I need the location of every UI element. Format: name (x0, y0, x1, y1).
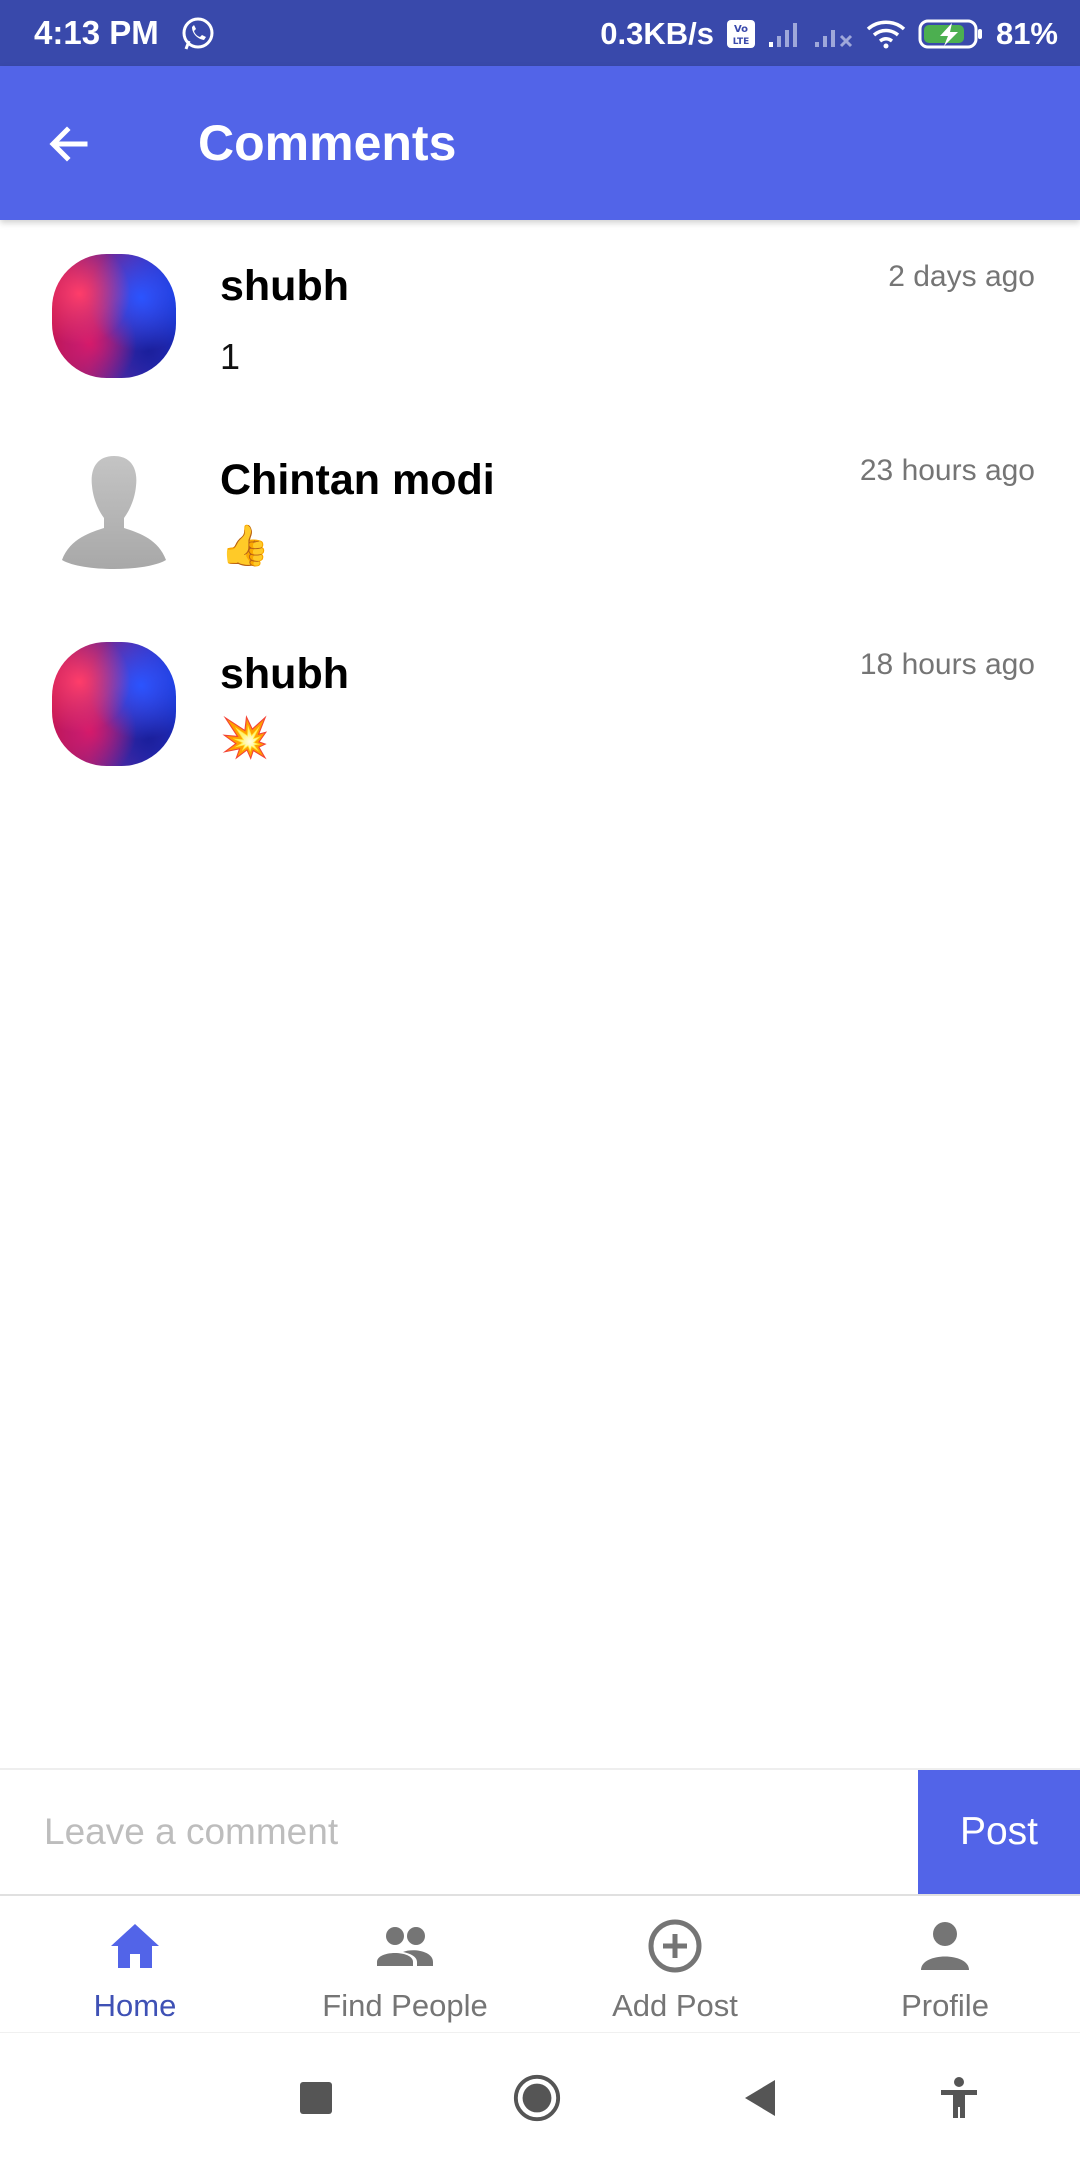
system-navigation-bar (0, 2032, 1080, 2160)
comment-author[interactable]: shubh (220, 650, 349, 699)
nav-item-home[interactable]: Home (0, 1896, 270, 2032)
nav-item-find-people[interactable]: Find People (270, 1896, 540, 2032)
nav-item-add-post[interactable]: Add Post (540, 1896, 810, 2032)
avatar[interactable] (52, 642, 176, 766)
comment-input-bar: Post (0, 1768, 1080, 1894)
battery-percent: 81% (995, 16, 1058, 51)
page-title: Comments (198, 115, 457, 171)
nav-item-profile[interactable]: Profile (810, 1896, 1080, 2032)
comment-item: shubh 18 hours ago 💥 (0, 608, 1080, 802)
bottom-navigation: Home Find People Add Post Profile (0, 1894, 1080, 2032)
status-right-group: 0.3KB/s Vo LTE 81% (600, 14, 1058, 54)
home-icon (103, 1914, 167, 1978)
comment-item: shubh 2 days ago 1 (0, 220, 1080, 414)
status-time: 4:13 PM (34, 14, 159, 51)
home-circle-icon[interactable] (512, 2073, 562, 2123)
recents-icon[interactable] (291, 2073, 341, 2123)
post-button[interactable]: Post (918, 1770, 1080, 1894)
comment-time: 23 hours ago (859, 454, 1035, 487)
whatsapp-icon (180, 16, 216, 52)
app-bar: Comments (0, 66, 1080, 220)
status-bar: 4:13 PM 0.3KB/s Vo LTE 81% (0, 0, 1080, 66)
nav-label: Find People (322, 1988, 488, 2023)
network-speed: 0.3KB/s (600, 16, 714, 51)
svg-text:LTE: LTE (733, 37, 750, 47)
comment-author[interactable]: shubh (220, 262, 349, 311)
back-button[interactable] (38, 113, 100, 175)
nav-label: Add Post (612, 1988, 738, 2023)
signal-no-service-icon (814, 20, 854, 48)
nav-label: Profile (901, 1988, 989, 2023)
signal-icon (768, 20, 802, 48)
comment-author[interactable]: Chintan modi (220, 456, 495, 505)
battery-charging-icon (918, 18, 984, 50)
comment-item: Chintan modi 23 hours ago 👍 (0, 414, 1080, 608)
comment-time: 18 hours ago (859, 648, 1035, 681)
svg-text:Vo: Vo (734, 24, 748, 35)
avatar[interactable] (52, 448, 176, 572)
volte-icon: Vo LTE (726, 19, 756, 49)
accessibility-icon[interactable] (934, 2073, 984, 2123)
wifi-icon (866, 19, 906, 49)
comment-text: 💥 (220, 716, 270, 760)
back-triangle-icon[interactable] (735, 2073, 785, 2123)
person-icon (913, 1914, 977, 1978)
avatar[interactable] (52, 254, 176, 378)
comment-text: 1 (220, 336, 241, 377)
comment-time: 2 days ago (888, 260, 1035, 293)
default-person-icon (62, 456, 166, 569)
nav-label: Home (93, 1988, 177, 2023)
comment-text: 👍 (220, 524, 270, 568)
comment-input[interactable] (0, 1770, 918, 1894)
arrow-back-icon (49, 126, 88, 162)
add-circle-icon (643, 1914, 707, 1978)
people-icon (373, 1914, 437, 1978)
comments-list: shubh 2 days ago 1 Chintan modi 23 hours… (0, 220, 1080, 802)
